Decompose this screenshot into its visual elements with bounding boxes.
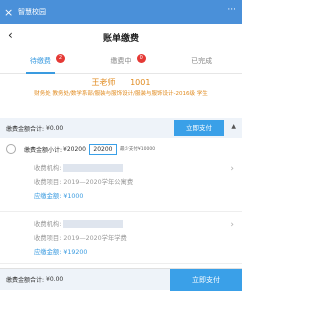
org-row: 收费机构: ›: [0, 218, 242, 232]
count-badge: 2: [56, 54, 65, 63]
page-header: ‹ 账单缴费: [0, 24, 242, 50]
tab-label: 缴费中: [110, 57, 132, 65]
footer-pay-button[interactable]: 立即支付: [170, 269, 242, 291]
fee-item[interactable]: 收费机构: › 收费项目: 2019—2020学年公寓费 应缴金额: ¥1000: [0, 162, 242, 212]
due-value: ¥19200: [63, 249, 88, 256]
total-amount: ¥0.00: [46, 124, 64, 132]
due-row: 应缴金额: ¥19200: [0, 246, 242, 260]
project-value: 2019—2020学年学费: [63, 235, 127, 242]
chevron-right-icon[interactable]: ›: [230, 162, 234, 176]
pay-now-button[interactable]: 立即支付: [174, 120, 224, 136]
project-value: 2019—2020学年公寓费: [63, 179, 134, 186]
project-label: 收费项目:: [34, 235, 62, 242]
collapse-icon[interactable]: ▲: [231, 124, 236, 130]
footer-bar: 缴费金额合计: ¥0.00 立即支付: [0, 268, 242, 291]
more-icon[interactable]: ···: [227, 6, 236, 15]
project-row: 收费项目: 2019—2020学年公寓费: [0, 176, 242, 190]
org-row: 收费机构: ›: [0, 162, 242, 176]
student-info: 王老师 1001 财务处 教务处/数学系部/服装与服饰设计/服装与服饰设计-20…: [0, 76, 242, 116]
tab-completed[interactable]: 已完成: [161, 50, 242, 73]
total-label: 缴费金额合计:: [6, 125, 45, 133]
app-title-bar: × 智慧校园 ···: [0, 0, 242, 24]
footer-total-label: 缴费金额合计:: [6, 277, 45, 284]
close-icon[interactable]: ×: [4, 7, 14, 18]
tab-bar: 待缴费 2 缴费中 0 已完成: [0, 50, 242, 74]
org-label: 收费机构:: [34, 165, 62, 172]
back-icon[interactable]: ‹: [8, 29, 13, 41]
tab-label: 已完成: [191, 57, 213, 65]
due-value: ¥1000: [63, 193, 84, 200]
student-name: 王老师: [91, 78, 116, 87]
subtotal-amount: ¥20200: [63, 145, 86, 153]
chevron-right-icon[interactable]: ›: [230, 218, 234, 232]
redacted-org: [63, 220, 124, 228]
select-radio[interactable]: [6, 144, 16, 154]
summary-bar: 缴费金额合计: ¥0.00 立即支付 ▲: [0, 118, 242, 138]
count-badge: 0: [136, 54, 146, 63]
subtotal-row: 缴费金额小计: ¥20200 20200 最少支付¥10000: [0, 142, 242, 156]
redacted-org: [63, 164, 124, 172]
page-title: 账单缴费: [102, 33, 139, 44]
minimum-payment-hint: 最少支付¥10000: [119, 147, 156, 152]
tab-in-progress[interactable]: 缴费中 0: [81, 50, 162, 73]
student-id: 1001: [130, 78, 151, 87]
due-label: 应缴金额:: [34, 193, 62, 200]
due-label: 应缴金额:: [34, 249, 62, 256]
student-department: 财务处 教务处/数学系部/服装与服饰设计/服装与服饰设计-2016级 学生: [34, 91, 208, 97]
project-label: 收费项目:: [34, 179, 62, 186]
footer-total-amount: ¥0.00: [46, 276, 64, 283]
payment-amount-input[interactable]: 20200: [88, 143, 117, 155]
tab-label: 待缴费: [29, 57, 51, 65]
org-label: 收费机构:: [34, 221, 62, 228]
project-row: 收费项目: 2019—2020学年学费: [0, 232, 242, 246]
subtotal-label: 缴费金额小计:: [24, 146, 63, 154]
tab-pending[interactable]: 待缴费 2: [0, 50, 81, 74]
fee-item[interactable]: 收费机构: › 收费项目: 2019—2020学年学费 应缴金额: ¥19200: [0, 218, 242, 264]
app-title: 智慧校园: [18, 8, 46, 16]
due-row: 应缴金额: ¥1000: [0, 190, 242, 204]
